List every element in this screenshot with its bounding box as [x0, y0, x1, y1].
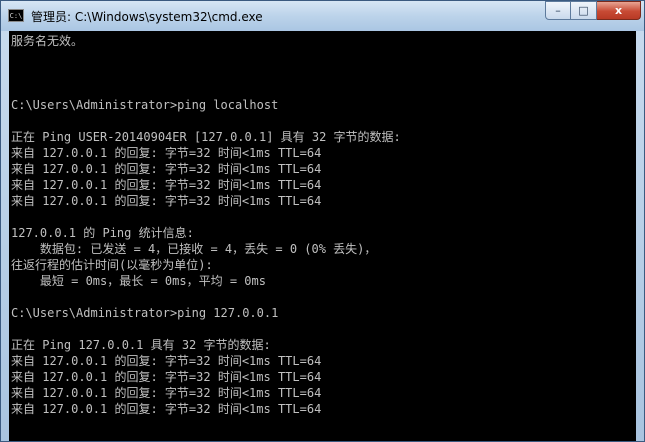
console-line: 往返行程的估计时间(以毫秒为单位): — [11, 258, 213, 272]
console-line: 正在 Ping 127.0.0.1 具有 32 字节的数据: — [11, 338, 271, 352]
console-line: 来自 127.0.0.1 的回复: 字节=32 时间<1ms TTL=64 — [11, 354, 322, 368]
maximize-button[interactable]: □ — [571, 1, 597, 20]
window-title: 管理员: C:\Windows\system32\cmd.exe — [31, 10, 263, 24]
title-bar[interactable]: C:\ 管理员: C:\Windows\system32\cmd.exe – □… — [1, 1, 644, 31]
console-line: C:\Users\Administrator>ping localhost — [11, 98, 279, 112]
console-line: 来自 127.0.0.1 的回复: 字节=32 时间<1ms TTL=64 — [11, 402, 322, 416]
console-line: 数据包: 已发送 = 4，已接收 = 4，丢失 = 0 (0% 丢失)， — [11, 242, 377, 256]
console-line: 正在 Ping USER-20140904ER [127.0.0.1] 具有 3… — [11, 130, 401, 144]
console-line: 来自 127.0.0.1 的回复: 字节=32 时间<1ms TTL=64 — [11, 386, 322, 400]
console-line: C:\Users\Administrator>ping 127.0.0.1 — [11, 306, 279, 320]
console-line: 服务名无效。 — [11, 34, 84, 48]
console-line: 来自 127.0.0.1 的回复: 字节=32 时间<1ms TTL=64 — [11, 370, 322, 384]
console-line: 来自 127.0.0.1 的回复: 字节=32 时间<1ms TTL=64 — [11, 146, 322, 160]
cmd-window: C:\ 管理员: C:\Windows\system32\cmd.exe – □… — [0, 0, 645, 442]
minimize-button[interactable]: – — [545, 1, 571, 20]
console-line: 来自 127.0.0.1 的回复: 字节=32 时间<1ms TTL=64 — [11, 178, 322, 192]
caption-buttons: – □ x — [545, 1, 641, 21]
console-line: 来自 127.0.0.1 的回复: 字节=32 时间<1ms TTL=64 — [11, 194, 322, 208]
close-button[interactable]: x — [597, 1, 641, 20]
cmd-icon[interactable]: C:\ — [8, 9, 24, 22]
console-line: 来自 127.0.0.1 的回复: 字节=32 时间<1ms TTL=64 — [11, 162, 322, 176]
console-output[interactable]: 服务名无效。 C:\Users\Administrator>ping local… — [9, 31, 636, 441]
console-line: 127.0.0.1 的 Ping 统计信息: — [11, 226, 194, 240]
console-line: 最短 = 0ms，最长 = 0ms，平均 = 0ms — [11, 274, 266, 288]
